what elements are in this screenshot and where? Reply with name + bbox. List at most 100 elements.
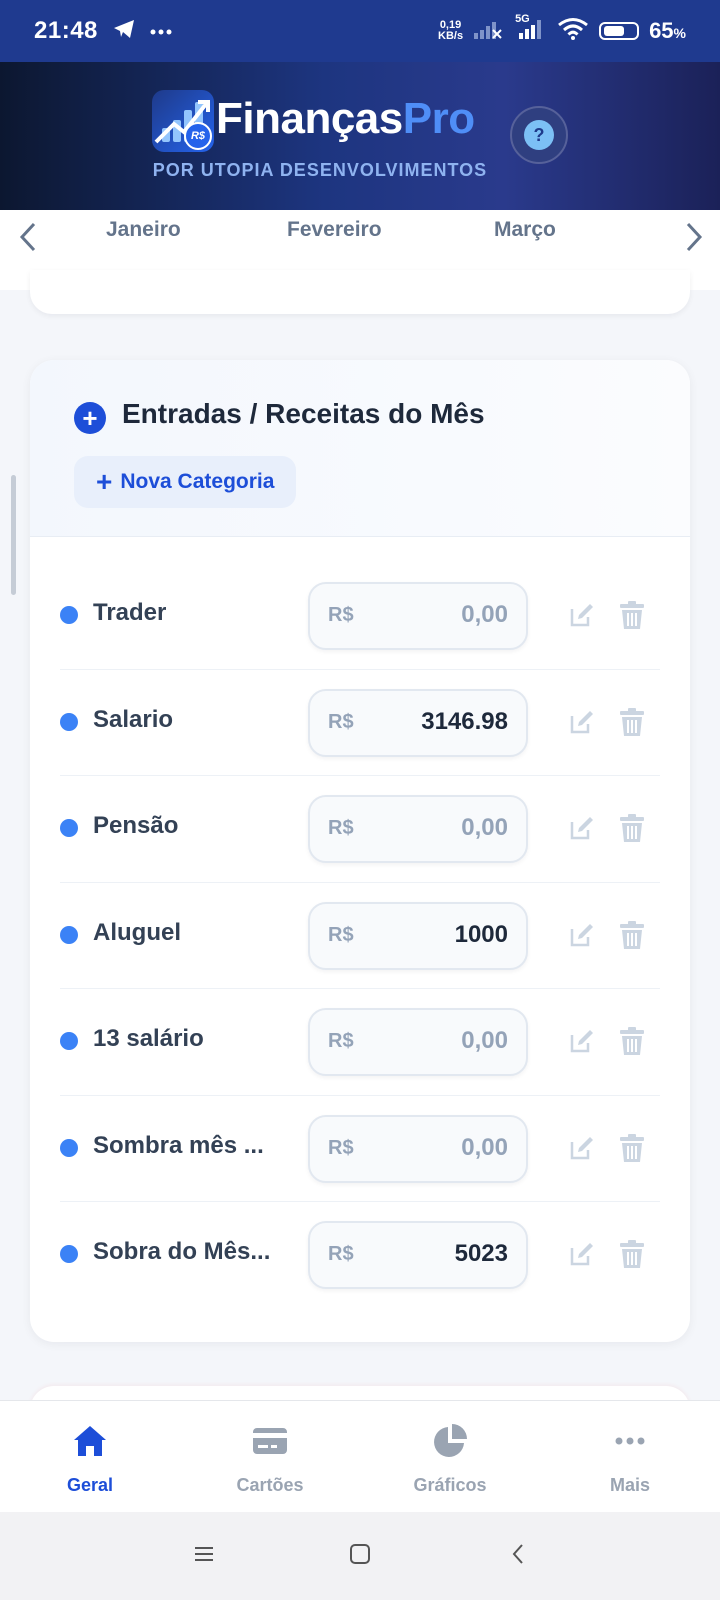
wifi-icon bbox=[557, 17, 589, 46]
month-next-button[interactable] bbox=[684, 220, 706, 263]
system-nav-bar bbox=[0, 1512, 720, 1600]
edit-icon[interactable] bbox=[566, 706, 598, 738]
category-dot bbox=[60, 1032, 78, 1050]
status-time: 21:48 bbox=[34, 17, 98, 44]
nav-label: Cartões bbox=[236, 1475, 304, 1495]
category-label: Sobra do Mês... bbox=[93, 1238, 271, 1265]
currency-prefix: R$ bbox=[328, 1030, 354, 1052]
amount-input[interactable]: R$ 0,00 bbox=[308, 1114, 528, 1183]
more-dots-icon bbox=[615, 1437, 645, 1445]
amount-value: 0,00 bbox=[461, 601, 508, 628]
help-icon: ? bbox=[524, 120, 554, 150]
pie-chart-icon bbox=[434, 1424, 467, 1457]
network-speed: 0,19 KB/s bbox=[438, 19, 464, 42]
edit-icon[interactable] bbox=[566, 1025, 598, 1057]
trash-icon[interactable] bbox=[616, 1132, 648, 1164]
amount-value: 0,00 bbox=[461, 1133, 508, 1161]
amount-value: 3146.98 bbox=[421, 707, 508, 735]
currency-prefix: R$ bbox=[328, 817, 354, 839]
signal-icon bbox=[473, 18, 503, 45]
amount-input[interactable]: R$ 0,00 bbox=[308, 582, 528, 650]
trash-icon[interactable] bbox=[616, 919, 648, 951]
income-row: Sobra do Mês... R$ 5023 bbox=[60, 1202, 660, 1309]
plus-icon: + bbox=[96, 466, 113, 497]
category-dot bbox=[60, 819, 78, 837]
more-dots-icon bbox=[150, 22, 172, 40]
amount-input[interactable]: R$ 0,00 bbox=[308, 1008, 528, 1076]
edit-icon[interactable] bbox=[566, 812, 598, 844]
category-dot bbox=[60, 712, 78, 731]
category-dot bbox=[60, 1138, 78, 1157]
nav-item-cartoes[interactable]: Cartões bbox=[180, 1401, 360, 1513]
income-title: Entradas / Receitas do Mês bbox=[122, 398, 485, 429]
edit-icon[interactable] bbox=[566, 1132, 598, 1164]
signal-5g-icon: 5G bbox=[513, 13, 547, 46]
app-header: R$ FinançasPro POR UTOPIA DESENVOLVIMENT… bbox=[0, 62, 720, 210]
amount-input[interactable]: R$ 1000 bbox=[308, 901, 528, 970]
nav-item-mais[interactable]: Mais bbox=[540, 1401, 720, 1513]
help-button[interactable]: ? bbox=[510, 106, 568, 164]
recent-apps-button[interactable] bbox=[184, 1534, 224, 1574]
category-dot bbox=[60, 925, 78, 944]
app-logo-icon: R$ bbox=[152, 90, 214, 152]
month-prev-button[interactable] bbox=[16, 220, 38, 263]
nav-label: Gráficos bbox=[413, 1475, 487, 1495]
income-row: Salario R$ 3146.98 bbox=[60, 670, 660, 776]
income-row: 13 salário R$ 0,00 bbox=[60, 989, 660, 1096]
nav-label: Geral bbox=[66, 1475, 114, 1495]
income-row: Pensão R$ 0,00 bbox=[60, 776, 660, 883]
credit-card-icon bbox=[253, 1428, 287, 1454]
amount-value: 0,00 bbox=[461, 1027, 508, 1054]
telegram-icon bbox=[112, 18, 136, 45]
amount-value: 0,00 bbox=[461, 814, 508, 841]
edit-icon[interactable] bbox=[566, 1238, 598, 1270]
category-label: Aluguel bbox=[93, 918, 181, 946]
currency-prefix: R$ bbox=[328, 923, 354, 946]
category-label: Salario bbox=[93, 705, 174, 733]
amount-value: 5023 bbox=[454, 1240, 508, 1267]
category-dot bbox=[60, 606, 78, 624]
month-tab-janeiro[interactable]: Janeiro bbox=[106, 218, 181, 242]
trash-icon[interactable] bbox=[616, 1238, 648, 1270]
amount-value: 1000 bbox=[454, 920, 508, 948]
page-scrollbar[interactable] bbox=[11, 475, 16, 595]
trash-icon[interactable] bbox=[616, 599, 648, 631]
income-card: + Entradas / Receitas do Mês + Nova Cate… bbox=[30, 360, 690, 1342]
edit-icon[interactable] bbox=[566, 919, 598, 951]
status-bar: 21:48 0,19 KB/s 5G 65% bbox=[0, 0, 720, 62]
income-card-header: + Entradas / Receitas do Mês + Nova Cate… bbox=[30, 360, 690, 537]
home-icon bbox=[74, 1426, 106, 1456]
category-label: Sombra mês ... bbox=[93, 1131, 264, 1159]
new-category-button[interactable]: + Nova Categoria bbox=[74, 456, 297, 508]
currency-prefix: R$ bbox=[328, 1243, 354, 1265]
trash-icon[interactable] bbox=[616, 1025, 648, 1057]
month-tab-fevereiro[interactable]: Fevereiro bbox=[287, 218, 382, 242]
amount-input[interactable]: R$ 3146.98 bbox=[308, 688, 528, 757]
amount-input[interactable]: R$ 0,00 bbox=[308, 795, 528, 863]
back-button[interactable] bbox=[498, 1534, 538, 1574]
bottom-nav: Geral Cartões Gráficos Mais bbox=[0, 1400, 720, 1512]
logo-coin: R$ bbox=[184, 122, 212, 150]
category-dot bbox=[60, 1245, 78, 1263]
currency-prefix: R$ bbox=[328, 1136, 354, 1159]
edit-icon[interactable] bbox=[566, 599, 598, 631]
battery-icon bbox=[599, 22, 640, 40]
category-label: Trader bbox=[93, 599, 167, 626]
new-category-label: Nova Categoria bbox=[120, 470, 275, 493]
nav-item-graficos[interactable]: Gráficos bbox=[360, 1401, 540, 1513]
trash-icon[interactable] bbox=[616, 706, 648, 738]
nav-item-geral[interactable]: Geral bbox=[0, 1401, 180, 1513]
home-button[interactable] bbox=[340, 1534, 380, 1574]
category-label: Pensão bbox=[93, 812, 179, 839]
income-row: Aluguel R$ 1000 bbox=[60, 883, 660, 989]
month-tab-marco[interactable]: Março bbox=[494, 218, 556, 242]
nav-label: Mais bbox=[609, 1475, 651, 1495]
trash-icon[interactable] bbox=[616, 812, 648, 844]
category-label: 13 salário bbox=[93, 1025, 204, 1052]
previous-card bbox=[30, 270, 690, 314]
income-row: Trader R$ 0,00 bbox=[60, 563, 660, 670]
plus-circle-icon: + bbox=[74, 402, 106, 434]
income-row: Sombra mês ... R$ 0,00 bbox=[60, 1096, 660, 1202]
currency-prefix: R$ bbox=[328, 604, 354, 626]
amount-input[interactable]: R$ 5023 bbox=[308, 1221, 528, 1289]
